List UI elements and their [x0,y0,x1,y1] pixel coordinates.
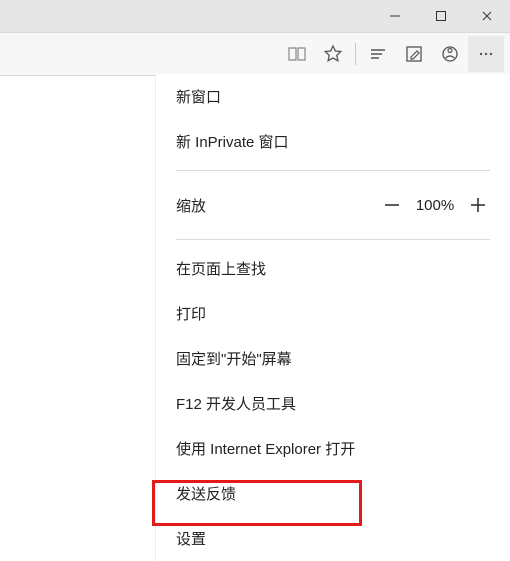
more-button[interactable] [468,36,504,72]
menu-open-with-ie[interactable]: 使用 Internet Explorer 打开 [156,426,510,471]
menu-label: 新窗口 [176,86,221,107]
menu-divider [176,239,490,240]
minimize-button[interactable] [372,0,418,32]
zoom-out-button[interactable] [372,185,412,225]
favorite-icon[interactable] [315,36,351,72]
maximize-button[interactable] [418,0,464,32]
menu-pin-to-start[interactable]: 固定到"开始"屏幕 [156,336,510,381]
zoom-in-button[interactable] [458,185,498,225]
menu-find-on-page[interactable]: 在页面上查找 [156,246,510,291]
reading-view-icon[interactable] [279,36,315,72]
menu-new-window[interactable]: 新窗口 [156,74,510,119]
toolbar-separator [355,43,356,65]
more-menu: 新窗口 新 InPrivate 窗口 缩放 100% 在页面上查找 打印 固定到… [156,74,510,561]
menu-label: 在页面上查找 [176,258,266,279]
menu-label: 使用 Internet Explorer 打开 [176,438,355,459]
hub-icon[interactable] [360,36,396,72]
share-icon[interactable] [432,36,468,72]
menu-print[interactable]: 打印 [156,291,510,336]
window-titlebar [0,0,510,33]
browser-toolbar [0,33,510,76]
menu-label: 新 InPrivate 窗口 [176,131,289,152]
menu-settings[interactable]: 设置 [156,516,510,561]
zoom-value: 100% [412,197,458,214]
web-note-icon[interactable] [396,36,432,72]
menu-label: 打印 [176,303,206,324]
menu-label: 发送反馈 [176,483,236,504]
menu-label: F12 开发人员工具 [176,393,296,414]
menu-new-inprivate[interactable]: 新 InPrivate 窗口 [156,119,510,164]
menu-label: 固定到"开始"屏幕 [176,348,292,369]
menu-send-feedback[interactable]: 发送反馈 [156,471,510,516]
menu-label: 设置 [176,528,206,549]
menu-f12-tools[interactable]: F12 开发人员工具 [156,381,510,426]
zoom-label: 缩放 [176,195,206,216]
close-button[interactable] [464,0,510,32]
menu-zoom-row: 缩放 100% [156,177,510,233]
menu-divider [176,170,490,171]
